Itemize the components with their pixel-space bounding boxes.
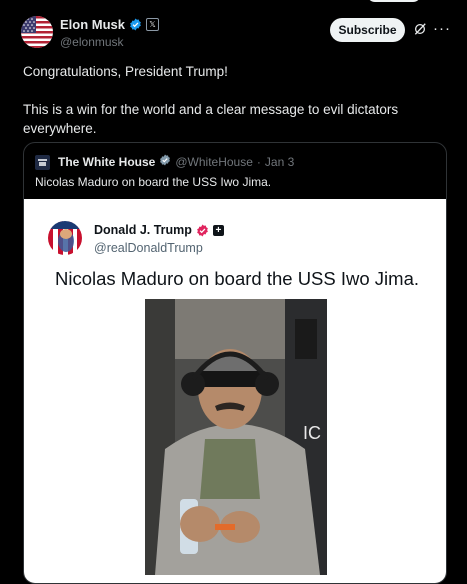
grok-icon[interactable] — [413, 22, 427, 41]
trump-avatar — [48, 221, 82, 255]
plus-badge-icon: + — [212, 224, 224, 236]
quoted-tweet-header: The White House @WhiteHouse · Jan 3 — [35, 153, 294, 171]
previous-button-edge — [367, 0, 421, 2]
quoted-tweet-text: Nicolas Maduro on board the USS Iwo Jima… — [35, 175, 272, 189]
elon-avatar[interactable] — [21, 16, 53, 48]
quoted-tweet-card[interactable]: The White House @WhiteHouse · Jan 3 Nico… — [23, 142, 447, 584]
embedded-author-handle: @realDonaldTrump — [94, 241, 203, 255]
embedded-post-text: Nicolas Maduro on board the USS Iwo Jima… — [55, 268, 420, 289]
embedded-screenshot-image[interactable]: Donald J. Trump + @realDonaldTrump Nicol… — [24, 199, 446, 583]
author-handle[interactable]: @elonmusk — [60, 35, 124, 49]
white-house-avatar[interactable] — [35, 154, 50, 170]
gray-verified-badge-icon — [159, 153, 171, 171]
author-row: Elon Musk 𝕏 — [60, 17, 160, 32]
more-options-icon[interactable]: ··· — [433, 21, 451, 36]
verified-pink-badge-icon — [196, 224, 209, 237]
quoted-author-name[interactable]: The White House — [58, 155, 155, 169]
trump-name-row: Donald J. Trump + — [94, 223, 224, 237]
tweet-text-line2: This is a win for the world and a clear … — [23, 102, 399, 136]
maduro-photo: IC — [145, 299, 327, 575]
us-flag-icon — [21, 16, 53, 48]
author-name[interactable]: Elon Musk — [60, 17, 125, 32]
x-affiliation-icon[interactable]: 𝕏 — [146, 18, 160, 31]
quoted-author-handle[interactable]: @WhiteHouse — [175, 155, 253, 169]
svg-text:IC: IC — [303, 423, 321, 443]
embedded-author-name: Donald J. Trump — [94, 223, 192, 237]
quoted-date[interactable]: Jan 3 — [265, 155, 294, 169]
tweet-text: Congratulations, President Trump! This i… — [23, 62, 443, 138]
separator-dot: · — [256, 155, 261, 169]
subscribe-button[interactable]: Subscribe — [330, 18, 405, 42]
verified-badge-icon[interactable] — [129, 18, 142, 31]
tweet-text-line1: Congratulations, President Trump! — [23, 64, 228, 79]
